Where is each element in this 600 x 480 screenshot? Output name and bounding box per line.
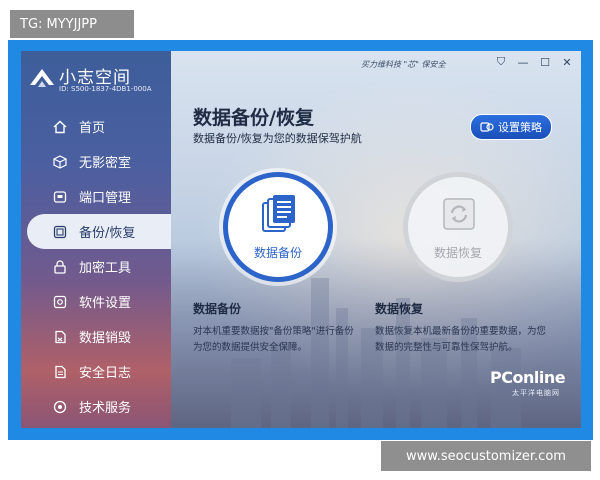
sidebar-item-backup-restore[interactable]: 备份/恢复 bbox=[27, 214, 171, 249]
lock-icon bbox=[54, 259, 66, 274]
skin-button[interactable]: ⛉ bbox=[495, 55, 507, 68]
watermark-brand: PConline bbox=[490, 368, 566, 387]
strategy-icon bbox=[480, 122, 494, 132]
restore-icon bbox=[443, 198, 475, 230]
log-icon bbox=[55, 365, 66, 378]
sidebar-item-shadow-room[interactable]: 无影密室 bbox=[21, 144, 171, 179]
sidebar-item-home[interactable]: 首页 bbox=[21, 109, 171, 144]
set-strategy-button[interactable]: 设置策略 bbox=[470, 114, 552, 140]
watermark-sub: 太平洋电脑网 bbox=[512, 389, 560, 397]
documents-icon bbox=[262, 195, 295, 232]
sidebar-item-data-destruction[interactable]: 数据销毁 bbox=[21, 319, 171, 354]
minimize-button[interactable]: — bbox=[517, 56, 529, 69]
sidebar-item-security-log[interactable]: 安全日志 bbox=[21, 354, 171, 389]
set-strategy-label: 设置策略 bbox=[498, 121, 542, 134]
cube-icon bbox=[53, 154, 67, 169]
data-restore-label: 数据恢复 bbox=[433, 246, 482, 260]
backup-icon bbox=[53, 225, 67, 238]
sidebar-item-tech-support[interactable]: 技术服务 bbox=[21, 389, 171, 424]
port-icon bbox=[53, 190, 67, 203]
logo-icon bbox=[30, 69, 54, 87]
backup-heading: 数据备份 bbox=[193, 302, 242, 316]
maximize-button[interactable]: ☐ bbox=[539, 56, 551, 69]
page-title: 数据备份/恢复 bbox=[193, 107, 314, 129]
close-button[interactable]: ✕ bbox=[561, 56, 573, 69]
data-backup-button[interactable]: 数据备份 bbox=[223, 172, 333, 282]
shred-icon bbox=[55, 330, 66, 343]
data-backup-label: 数据备份 bbox=[253, 246, 302, 260]
home-icon bbox=[53, 120, 67, 133]
sidebar-item-label: 技术服务 bbox=[79, 401, 132, 416]
restore-desc-line: 数据的完整性与可靠性保驾护航。 bbox=[375, 342, 518, 353]
sidebar-item-label: 备份/恢复 bbox=[79, 226, 136, 241]
page-subtitle: 数据备份/恢复为您的数据保驾护航 bbox=[193, 132, 362, 145]
restore-description: 数据恢复本机最新备份的重要数据，为您 数据的完整性与可靠性保驾护航。 bbox=[375, 324, 565, 356]
sidebar-item-software-settings[interactable]: 软件设置 bbox=[21, 284, 171, 319]
sidebar-item-label: 端口管理 bbox=[79, 191, 132, 206]
restore-heading: 数据恢复 bbox=[375, 302, 424, 316]
titlebar-buttons: ⛉ — ☐ ✕ bbox=[495, 55, 573, 69]
sidebar-item-label: 数据销毁 bbox=[79, 331, 132, 346]
sidebar-item-port-management[interactable]: 端口管理 bbox=[21, 179, 171, 214]
sidebar-item-encryption-tools[interactable]: 加密工具 bbox=[21, 249, 171, 284]
device-id: ID: S500-1837-4DB1-000A bbox=[59, 85, 152, 93]
sidebar-item-label: 安全日志 bbox=[79, 366, 132, 381]
sidebar-item-label: 软件设置 bbox=[79, 296, 132, 311]
sidebar-item-label: 无影密室 bbox=[79, 156, 132, 171]
brand: 小志空间 ID: S500-1837-4DB1-000A bbox=[29, 63, 169, 97]
settings-icon bbox=[53, 295, 67, 308]
sidebar: 小志空间 ID: S500-1837-4DB1-000A 首页 无影密室 端口管… bbox=[21, 51, 171, 428]
backup-description: 对本机重要数据按"备份策略"进行备份 为您的数据提供安全保障。 bbox=[193, 324, 383, 356]
sidebar-nav: 首页 无影密室 端口管理 备份/恢复 加密工具 软件设置 数据销毁 安全日志 技… bbox=[21, 109, 171, 424]
data-restore-button[interactable]: 数据恢复 bbox=[403, 172, 513, 282]
backup-desc-line: 为您的数据提供安全保障。 bbox=[193, 342, 308, 353]
backup-desc-line: 对本机重要数据按"备份策略"进行备份 bbox=[193, 326, 354, 337]
watermark-tag-top: TG: MYYJJPP bbox=[10, 10, 134, 38]
watermark-tag-bottom: www.seocustomizer.com bbox=[381, 441, 591, 471]
sidebar-item-label: 首页 bbox=[79, 121, 106, 136]
restore-desc-line: 数据恢复本机最新备份的重要数据，为您 bbox=[375, 326, 547, 337]
support-icon bbox=[53, 400, 67, 413]
sidebar-item-label: 加密工具 bbox=[79, 261, 132, 276]
slogan: 买力维科技 "芯" 保安全 bbox=[361, 60, 446, 69]
